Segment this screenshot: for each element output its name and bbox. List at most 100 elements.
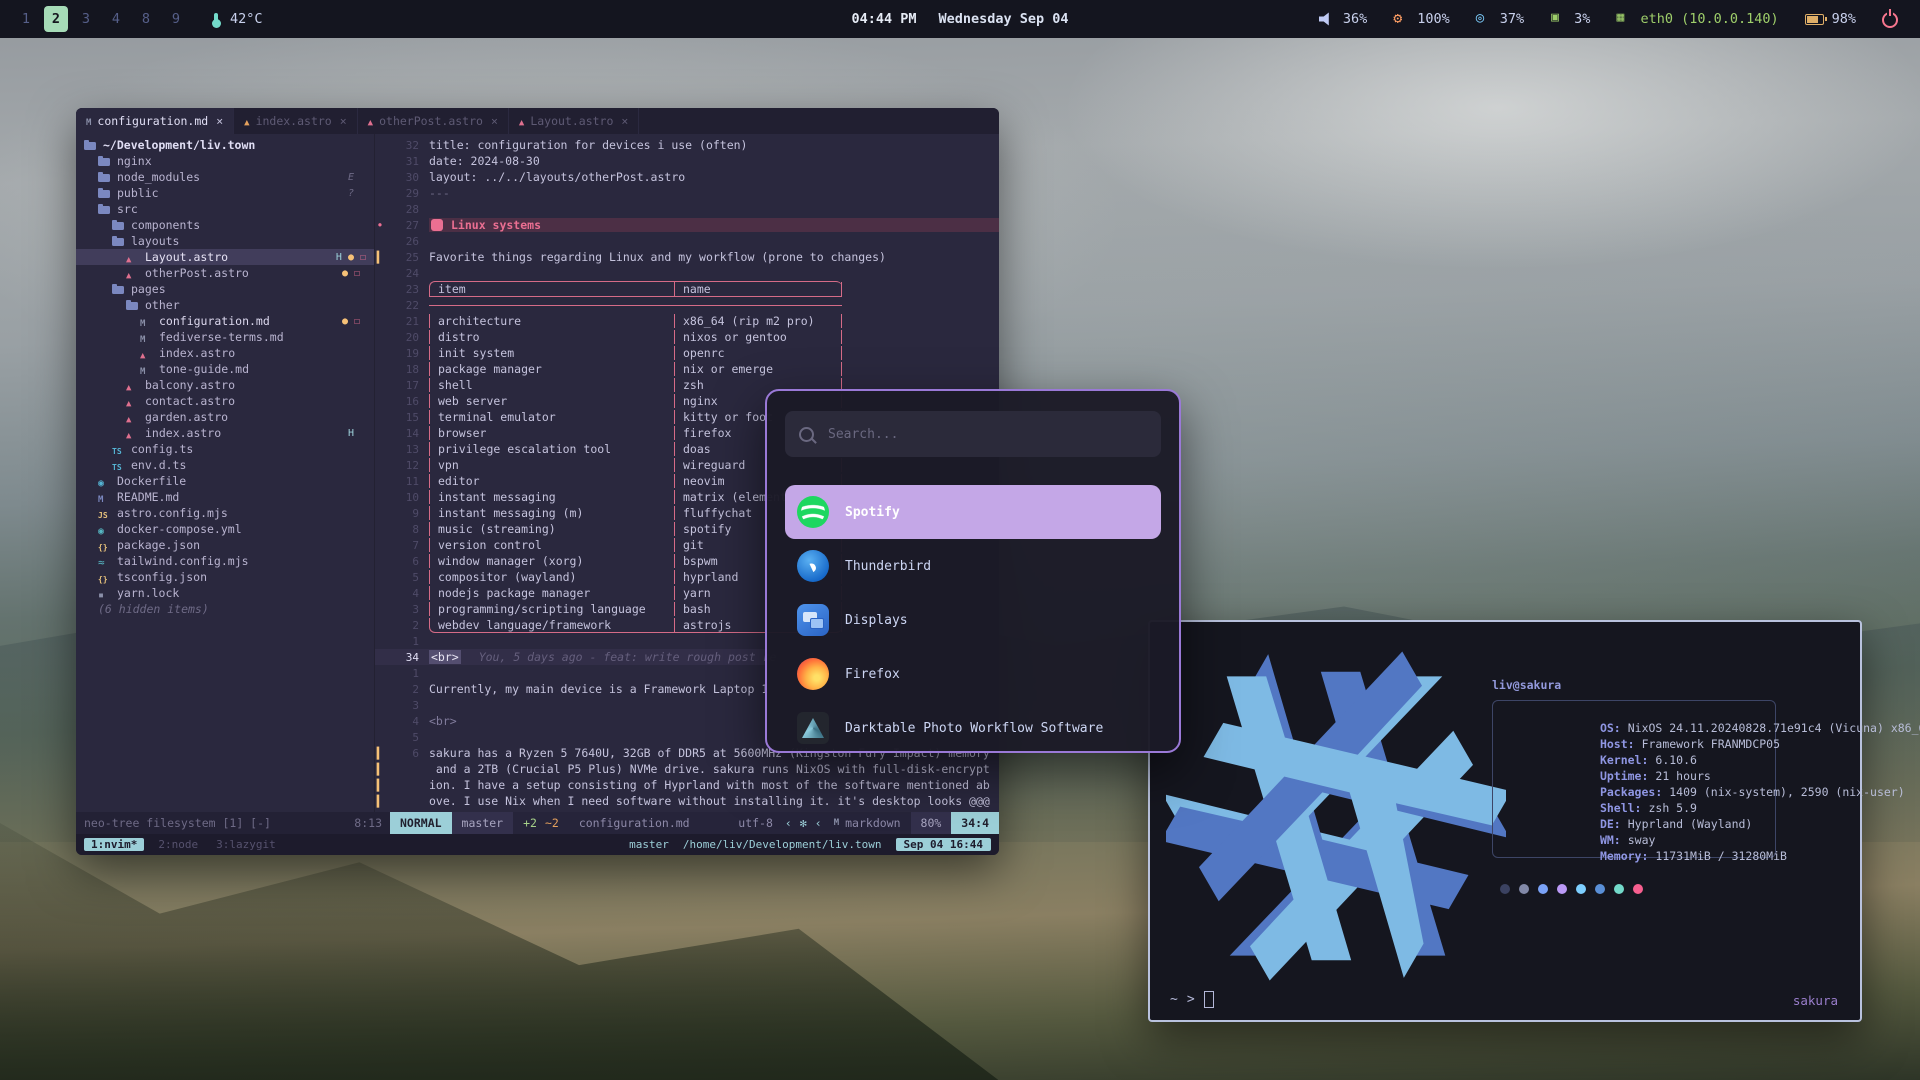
status-module[interactable]: 36% [1319, 11, 1367, 27]
workspace-button[interactable]: 1 [14, 6, 38, 32]
tab-close-icon[interactable]: × [340, 114, 347, 128]
app-list-item[interactable]: Displays [785, 593, 1161, 647]
table-cell-item: vpn [430, 458, 675, 472]
editor-tab[interactable]: configuration.md × [76, 108, 234, 134]
status-module[interactable] [1882, 11, 1906, 28]
tree-item[interactable]: index.astro [76, 345, 374, 361]
tab-close-icon[interactable]: × [491, 114, 498, 128]
tree-item[interactable]: layouts [76, 233, 374, 249]
fetch-terminal[interactable]: liv@sakura OS:NixOS 24.11.20240828.71e91… [1148, 620, 1862, 1022]
status-module[interactable]: eth0 (10.0.0.140) [1616, 11, 1778, 27]
tree-item-label: tone-guide.md [159, 362, 249, 376]
terminal-color-dots [1500, 884, 1776, 894]
tree-item[interactable]: (6 hidden items) [76, 601, 374, 617]
tab-close-icon[interactable]: × [621, 114, 628, 128]
tmux-cwd: /home/liv/Development/liv.town [683, 838, 882, 851]
tree-item[interactable]: config.ts [76, 441, 374, 457]
launcher-search[interactable] [785, 411, 1161, 457]
tree-item[interactable]: contact.astro [76, 393, 374, 409]
thunderbird-icon [797, 550, 829, 582]
tree-item[interactable]: balcony.astro [76, 377, 374, 393]
info-key: OS: [1600, 721, 1621, 735]
table-cell-item: nodejs package manager [430, 586, 675, 600]
editor-tab[interactable]: index.astro × [234, 108, 358, 134]
tree-item[interactable]: docker-compose.yml [76, 521, 374, 537]
tree-item[interactable]: README.md [76, 489, 374, 505]
table-row: 19 init system openrc [375, 345, 999, 361]
table-cell-item: shell [430, 378, 675, 392]
tree-item[interactable]: otherPost.astro ● ☐ [76, 265, 374, 281]
tree-item[interactable]: yarn.lock [76, 585, 374, 601]
clock-module[interactable]: 04:44 PM Wednesday Sep 04 [851, 11, 1068, 27]
search-input[interactable] [826, 426, 1147, 443]
tree-item[interactable]: configuration.md ● ☐ [76, 313, 374, 329]
line-number: 34 [385, 651, 429, 664]
status-module[interactable]: 37% [1476, 11, 1524, 27]
file-icon [126, 395, 140, 408]
app-list-item[interactable]: Darktable Photo Workflow Software [785, 701, 1161, 753]
file-icon [98, 203, 112, 216]
firefox-icon [797, 658, 829, 690]
git-sign [375, 793, 385, 810]
workspace-button[interactable]: 9 [164, 6, 188, 32]
workspace-button[interactable]: 3 [74, 6, 98, 32]
filetype-icon [244, 114, 249, 128]
color-dot [1614, 884, 1624, 894]
tree-item[interactable]: pages [76, 281, 374, 297]
tree-item[interactable]: node_modules E [76, 169, 374, 185]
tmux-window[interactable]: 2:node [154, 838, 202, 851]
tree-item-label: fediverse-terms.md [159, 330, 284, 344]
app-list-item[interactable]: Spotify [785, 485, 1161, 539]
tree-item[interactable]: nginx [76, 153, 374, 169]
tree-item[interactable]: garden.astro [76, 409, 374, 425]
line-number: 21 [385, 315, 429, 328]
tmux-window[interactable]: 3:lazygit [212, 838, 280, 851]
tree-item[interactable]: components [76, 217, 374, 233]
editor-line: 26 [375, 233, 999, 249]
file-icon [98, 571, 112, 584]
tree-item[interactable]: tailwind.config.mjs [76, 553, 374, 569]
tree-item[interactable]: package.json [76, 537, 374, 553]
tree-item[interactable]: Dockerfile [76, 473, 374, 489]
status-module[interactable]: 100% [1393, 11, 1450, 27]
editor-tab[interactable]: Layout.astro × [509, 108, 639, 134]
tree-item[interactable]: astro.config.mjs [76, 505, 374, 521]
line-number: 32 [385, 139, 429, 152]
tmux-window[interactable]: 1:nvim* [84, 838, 144, 851]
table-cell-item: web server [430, 394, 675, 408]
workspace-button[interactable]: 8 [134, 6, 158, 32]
tree-item[interactable]: env.d.ts [76, 457, 374, 473]
tab-close-icon[interactable]: × [216, 114, 223, 128]
app-list-item[interactable]: Thunderbird [785, 539, 1161, 593]
line-number: 14 [385, 427, 429, 440]
tree-item[interactable]: ~/Development/liv.town [76, 137, 374, 153]
editor-tab[interactable]: otherPost.astro × [358, 108, 509, 134]
temperature-module[interactable]: 42°C [214, 11, 263, 27]
filetype-icon [86, 114, 91, 128]
tree-item[interactable]: other [76, 297, 374, 313]
tree-item[interactable]: fediverse-terms.md [76, 329, 374, 345]
editor-line: 28 [375, 201, 999, 217]
shell-prompt[interactable]: ~ > [1170, 991, 1214, 1008]
tree-item[interactable]: index.astro H [76, 425, 374, 441]
line-number: 29 [385, 187, 429, 200]
app-list-item[interactable]: Firefox [785, 647, 1161, 701]
table-separator-row: 22 [375, 297, 999, 313]
line-number: 3 [385, 603, 429, 616]
tree-item[interactable]: public ? [76, 185, 374, 201]
line-number: 28 [385, 203, 429, 216]
workspace-button[interactable]: 2 [44, 6, 68, 32]
tree-item[interactable]: src [76, 201, 374, 217]
tree-item-label: package.json [117, 538, 200, 552]
file-icon [126, 427, 140, 440]
status-module[interactable]: 98% [1805, 11, 1856, 27]
line-number: 5 [385, 731, 429, 744]
status-module[interactable]: 3% [1550, 11, 1590, 27]
info-value: sway [1628, 833, 1656, 847]
workspace-button[interactable]: 4 [104, 6, 128, 32]
tree-item[interactable]: tone-guide.md [76, 361, 374, 377]
tree-item[interactable]: tsconfig.json [76, 569, 374, 585]
table-cell-item: package manager [430, 362, 675, 376]
tree-item[interactable]: Layout.astro H ● ☐ [76, 249, 374, 265]
editor-line: 27 Linux systems [375, 217, 999, 233]
